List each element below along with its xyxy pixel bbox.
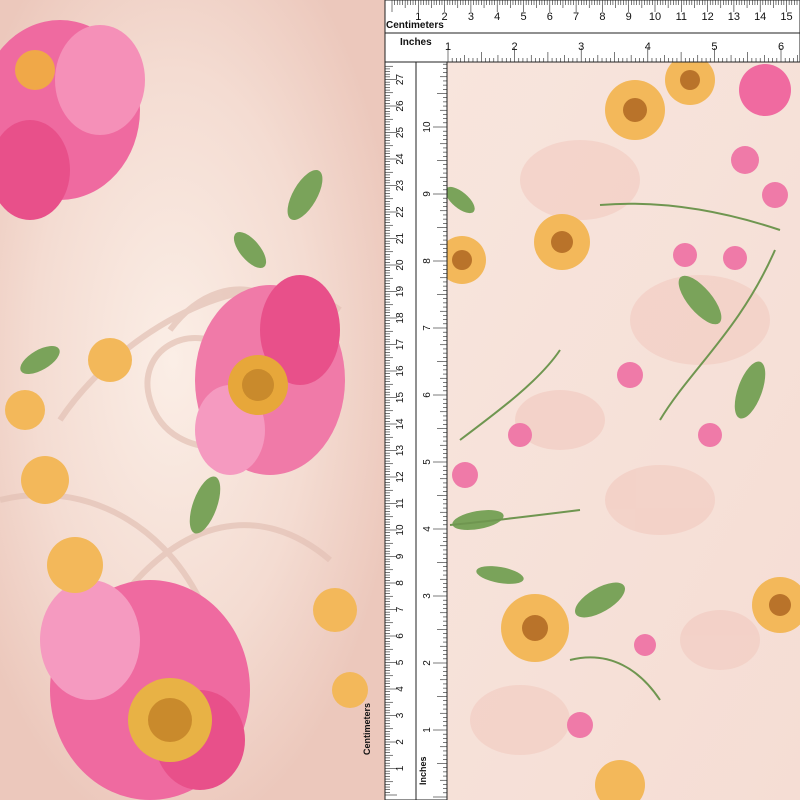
ruler-inch-label: 1 [422,727,433,733]
ruler-inch-label: 2 [422,660,433,666]
ruler-vertical: 1234567891011121314151617181920212223242… [384,61,448,800]
ruler-inches-label: Inches [400,37,432,48]
ruler-cm-label: 14 [754,11,766,23]
ruler-inch-label: 4 [645,41,651,53]
ruler-inch-label: 3 [422,593,433,599]
ruler-cm-label: 15 [780,11,792,23]
ruler-cm-label: 22 [395,206,406,218]
ruler-cm-label: 8 [599,11,605,23]
ruler-horizontal: 1 2 3 4 5 6 7 8 9 10 11 12 13 14 15 123456 [384,0,800,63]
ruler-cm-label: 3 [395,712,406,718]
ruler-inch-label: 4 [422,526,433,532]
ruler-cm-label: 7 [573,11,579,23]
ruler-cm-label: 7 [395,606,406,612]
ruler-cm-label: 18 [395,312,406,324]
ruler-cm-label: 8 [395,580,406,586]
ruler-cm-label: 26 [395,100,406,112]
ruler-inch-label: 9 [422,191,433,197]
ruler-inch-label: 2 [512,41,518,53]
ruler-inch-label: 5 [422,459,433,465]
ruler-vertical-centimeters-label: Centimeters [362,702,372,755]
ruler-cm-label: 20 [395,259,406,271]
ruler-inch-label: 3 [578,41,584,53]
ruler-cm-label: 4 [494,11,500,23]
ruler-cm-label: 6 [547,11,553,23]
ruler-cm-label: 11 [676,11,687,23]
ruler-cm-label: 5 [395,659,406,665]
ruler-cm-label: 23 [395,180,406,192]
ruler-cm-label: 14 [395,418,406,430]
ruler-cm-label: 13 [728,11,740,23]
ruler-cm-label: 11 [395,498,406,509]
ruler-inch-label: 6 [422,392,433,398]
ruler-cm-label: 21 [395,233,406,245]
ruler-cm-label: 16 [395,365,406,377]
ruler-inch-label: 8 [422,258,433,264]
ruler-cm-label: 10 [395,524,406,536]
ruler-inch-label: 6 [778,41,784,53]
ruler-cm-label: 17 [395,339,406,351]
ruler-cm-label: 1 [395,765,406,771]
ruler-inch-label: 5 [711,41,717,53]
ruler-cm-label: 13 [395,445,406,457]
ruler-cm-label: 27 [395,74,406,86]
ruler-cm-label: 10 [649,11,661,23]
ruler-cm-label: 25 [395,127,406,139]
ruler-inch-label: 10 [422,121,433,133]
ruler-cm-label: 4 [395,686,406,692]
ruler-inch-label: 1 [445,41,451,53]
ruler-cm-label: 9 [626,11,632,23]
ruler-cm-label: 2 [395,739,406,745]
ruler-cm-label: 24 [395,153,406,165]
ruler-cm-label: 9 [395,553,406,559]
ruler-cm-label: 19 [395,286,406,298]
ruler-vertical-inches-label: Inches [418,756,428,785]
fabric-photo: 1 2 3 4 5 6 7 8 9 10 11 12 13 14 15 123456 12345678910… [0,0,800,800]
ruler-cm-label: 5 [520,11,526,23]
ruler-cm-label: 15 [395,392,406,404]
ruler-centimeters-label: Centimeters [386,20,444,31]
ruler-cm-label: 3 [468,11,474,23]
ruler-cm-label: 12 [701,11,713,23]
ruler-inch-label: 7 [422,325,433,331]
ruler-cm-label: 6 [395,633,406,639]
ruler-cm-label: 12 [395,471,406,483]
